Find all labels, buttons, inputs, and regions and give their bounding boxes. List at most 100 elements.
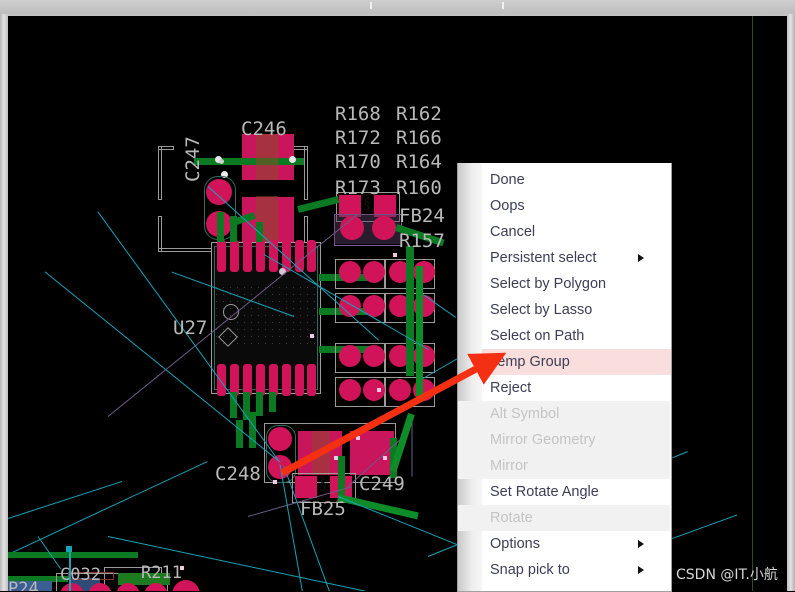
copper-trace: [337, 494, 419, 520]
menu-item-select-on-path[interactable]: Select on Path: [482, 323, 670, 349]
copper-trace: [269, 392, 276, 412]
copper-trace: [230, 216, 237, 242]
menu-item-label: Reject: [490, 380, 532, 396]
window-frame-left: [0, 14, 8, 591]
menu-item-label: Done: [490, 172, 525, 188]
menu-item-persistent-select[interactable]: Persistent select: [482, 245, 670, 271]
pad: [372, 216, 396, 240]
pcb-ref-label: C246: [241, 118, 287, 140]
via: [377, 388, 381, 392]
watermark-text: CSDN @IT.小航: [676, 567, 778, 583]
menu-item-label: Mirror: [490, 458, 528, 474]
menu-item-select-by-lasso[interactable]: Select by Lasso: [482, 297, 670, 323]
menu-item-mirror-geometry: Mirror Geometry: [458, 427, 670, 453]
pad: [206, 179, 232, 205]
menu-item-label: Select on Path: [490, 328, 585, 344]
ratsnest-line: [337, 496, 459, 546]
menu-item-select-by-polygon[interactable]: Select by Polygon: [482, 271, 670, 297]
copper-trace: [406, 246, 414, 376]
menu-item-label: Select by Polygon: [490, 276, 607, 292]
menu-item-snap-pick-to[interactable]: Snap pick to: [482, 557, 670, 583]
menu-item-label: Alt Symbol: [490, 406, 560, 422]
menu-item-label: Snap pick to: [490, 562, 570, 578]
pcb-ref-label: C247: [182, 136, 204, 182]
pad-overlay: [256, 134, 278, 180]
context-menu[interactable]: Done Oops Cancel Persistent select Select by…: [457, 163, 672, 592]
pad: [340, 216, 364, 240]
pcb-ref-label: FB25: [300, 498, 346, 520]
silk-mark: [304, 146, 308, 200]
menu-item-rotate: Rotate: [458, 505, 670, 531]
window-titlebar: [0, 0, 795, 14]
copper-trace: [217, 212, 224, 242]
menu-item-options[interactable]: Options: [482, 531, 670, 557]
menu-item-temp-group[interactable]: Temp Group: [482, 349, 671, 375]
menu-item-cancel[interactable]: Cancel: [482, 219, 670, 245]
silk-mark: [158, 146, 174, 150]
menu-item-set-rotate-angle[interactable]: Set Rotate Angle: [482, 479, 670, 505]
pcb-ref-label: R162: [396, 103, 442, 125]
silk-mark: [158, 146, 162, 200]
submenu-arrow-icon: [638, 540, 644, 548]
window-frame-right: [787, 14, 795, 591]
menu-item-oops[interactable]: Oops: [482, 193, 670, 219]
via: [219, 159, 224, 164]
via: [334, 456, 338, 460]
copper-trace: [236, 420, 243, 448]
pcb-ref-label: R157: [399, 230, 445, 252]
pcb-ref-label: P24: [8, 579, 39, 592]
pad: [295, 476, 317, 498]
via: [289, 156, 296, 163]
pcb-ref-label: R160: [396, 177, 442, 199]
pcb-ref-label: C248: [215, 463, 261, 485]
titlebar-tick: [502, 2, 504, 9]
pcb-ref-label: R211: [141, 563, 182, 583]
grid-line-vertical: [8, 18, 9, 591]
pad-overlay: [312, 431, 330, 475]
copper-trace: [416, 266, 423, 396]
copper-trace: [256, 392, 263, 416]
pad: [268, 427, 292, 451]
ratsnest-line: [8, 480, 123, 519]
menu-item-label: Options: [490, 536, 540, 552]
board-outline-line: [752, 16, 753, 591]
pcb-ref-label: R170: [335, 151, 381, 173]
pcb-ref-label: C032: [60, 565, 101, 585]
menu-item-label: Set Rotate Angle: [490, 484, 599, 500]
menu-item-label: Select by Lasso: [490, 302, 593, 318]
titlebar-tick: [370, 2, 372, 9]
pcb-ref-label: R166: [396, 127, 442, 149]
menu-item-label: Rotate: [490, 510, 533, 526]
menu-item-label: Persistent select: [490, 250, 597, 266]
pcb-ref-label: C249: [359, 473, 405, 495]
inductor-symbol: §: [363, 196, 372, 212]
via: [356, 436, 360, 440]
via: [310, 334, 314, 338]
silk-mark: [158, 216, 162, 252]
via: [383, 456, 387, 460]
menu-item-label: Mirror Geometry: [490, 432, 596, 448]
copper-trace: [8, 552, 138, 558]
pcb-ref-label: R164: [396, 151, 442, 173]
menu-item-mirror: Mirror: [458, 453, 670, 479]
board-outline-line: [411, 416, 413, 477]
application-window: § § C246 C247 R168 R162 R172 R166 R170 R…: [0, 0, 795, 592]
pcb-ref-label: U27: [173, 317, 208, 339]
submenu-arrow-icon: [638, 566, 644, 574]
menu-item-reject[interactable]: Reject: [482, 375, 670, 401]
pcb-ref-label: R172: [335, 127, 381, 149]
menu-item-done[interactable]: Done: [482, 167, 670, 193]
menu-item-label: Temp Group: [490, 354, 570, 370]
menu-item-alt-symbol: Alt Symbol: [458, 401, 670, 427]
pad-gap: [242, 180, 294, 197]
copper-trace: [194, 158, 304, 165]
via: [393, 253, 397, 257]
menu-item-label: Cancel: [490, 224, 536, 240]
grid-line-horizontal: [8, 17, 787, 18]
pcb-ref-label: R168: [335, 103, 381, 125]
pcb-ref-label: R173: [335, 177, 381, 199]
via: [273, 480, 277, 484]
pcb-ref-label: FB24: [399, 205, 445, 227]
submenu-arrow-icon: [638, 254, 644, 262]
silk-mark: [292, 146, 308, 150]
